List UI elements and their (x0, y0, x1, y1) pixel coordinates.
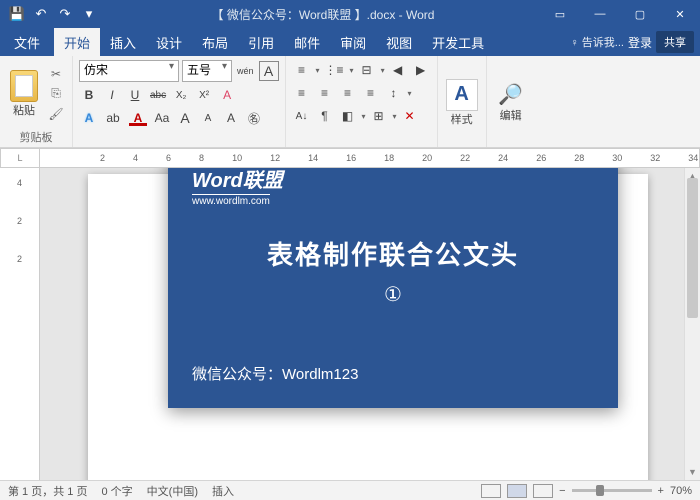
shrink-font-button[interactable]: A (198, 108, 218, 128)
align-left-button[interactable]: ≡ (292, 83, 312, 103)
view-web-button[interactable] (533, 484, 553, 498)
font-name-select[interactable]: 仿宋 (79, 60, 179, 82)
increase-indent-button[interactable]: ▶ (411, 60, 431, 80)
close-button[interactable]: ✕ (660, 0, 700, 28)
char-shading-button[interactable]: A (221, 108, 241, 128)
vertical-scrollbar[interactable]: ▲ ▼ (684, 168, 700, 480)
status-page[interactable]: 第 1 页，共 1 页 (8, 483, 87, 499)
overlay-number: ① (192, 282, 594, 307)
login-link[interactable]: 登录 (628, 34, 652, 51)
font-color-button[interactable]: A (127, 108, 149, 128)
scroll-down-icon[interactable]: ▼ (685, 464, 700, 480)
borders-button[interactable]: ⊞ (369, 106, 389, 126)
qat-save[interactable]: 💾 (6, 3, 28, 25)
tab-file[interactable]: 文件 (0, 28, 54, 56)
tab-references[interactable]: 引用 (238, 28, 284, 56)
align-right-button[interactable]: ≡ (338, 83, 358, 103)
zoom-slider[interactable] (572, 489, 652, 492)
change-case-button[interactable]: Aa (152, 108, 172, 128)
status-language[interactable]: 中文(中国) (147, 483, 198, 499)
tab-insert[interactable]: 插入 (100, 28, 146, 56)
grow-font-button[interactable]: A (175, 108, 195, 128)
tab-view[interactable]: 视图 (376, 28, 422, 56)
tell-me-input[interactable]: ♀ 告诉我... (571, 34, 624, 50)
justify-button[interactable]: ≡ (361, 83, 381, 103)
maximize-button[interactable]: ▢ (620, 0, 660, 28)
format-painter-button[interactable]: 🖌 (46, 105, 66, 123)
qat-customize[interactable]: ▾ (78, 3, 100, 25)
status-words[interactable]: 0 个字 (101, 483, 132, 499)
strikethrough-button[interactable]: abc (148, 85, 168, 105)
paste-button[interactable]: 粘贴 (6, 60, 42, 127)
qat-redo[interactable]: ↷ (54, 3, 76, 25)
tab-developer[interactable]: 开发工具 (422, 28, 494, 56)
italic-button[interactable]: I (102, 85, 122, 105)
overlay-card: Word联盟 www.wordlm.com 表格制作联合公文头 ① 微信公众号：… (168, 168, 618, 408)
overlay-url: www.wordlm.com (192, 194, 270, 207)
tab-layout[interactable]: 布局 (192, 28, 238, 56)
tab-home[interactable]: 开始 (54, 28, 100, 56)
bullets-button[interactable]: ≡ (292, 60, 312, 80)
numbering-button[interactable]: ⋮≡ (323, 60, 346, 80)
status-insert[interactable]: 插入 (212, 483, 234, 499)
document-canvas[interactable]: Word联盟 www.wordlm.com 表格制作联合公文头 ① 微信公众号：… (40, 168, 700, 480)
vertical-ruler[interactable]: 422 (0, 168, 40, 480)
clear-format-button[interactable]: A (217, 85, 237, 105)
ribbon-display-icon[interactable]: ▭ (540, 0, 580, 28)
show-marks-button[interactable]: ¶ (315, 106, 335, 126)
shading-button[interactable]: ◧ (338, 106, 358, 126)
clipboard-icon (10, 70, 38, 102)
view-read-button[interactable] (481, 484, 501, 498)
phonetic-guide-button[interactable]: wén (235, 61, 256, 81)
tab-review[interactable]: 审阅 (330, 28, 376, 56)
x-button[interactable]: ✕ (400, 106, 420, 126)
search-icon: 🔎 (498, 82, 523, 107)
minimize-button[interactable]: — (580, 0, 620, 28)
tab-selector[interactable]: L (0, 148, 40, 168)
editing-button[interactable]: 🔎 编辑 (493, 60, 529, 145)
styles-button[interactable]: A 样式 (444, 60, 480, 145)
font-size-select[interactable]: 五号 (182, 60, 232, 82)
copy-button[interactable]: ⎘ (46, 85, 66, 103)
view-print-button[interactable] (507, 484, 527, 498)
overlay-footer: 微信公众号：Wordlm123 (192, 363, 594, 384)
superscript-button[interactable]: X² (194, 85, 214, 105)
overlay-logo: Word联盟 (192, 168, 594, 193)
decrease-indent-button[interactable]: ◀ (388, 60, 408, 80)
share-button[interactable]: 共享 (656, 31, 694, 53)
subscript-button[interactable]: X₂ (171, 85, 191, 105)
zoom-in-button[interactable]: + (658, 485, 664, 497)
multilevel-button[interactable]: ⊟ (357, 60, 377, 80)
sort-button[interactable]: A↓ (292, 106, 312, 126)
char-border-button[interactable]: A (259, 61, 279, 81)
window-title: 【 微信公众号：Word联盟 】.docx - Word (106, 6, 540, 23)
zoom-out-button[interactable]: − (559, 485, 565, 497)
tab-design[interactable]: 设计 (146, 28, 192, 56)
scroll-thumb[interactable] (687, 178, 698, 318)
zoom-level[interactable]: 70% (670, 485, 692, 497)
cut-button[interactable]: ✂ (46, 65, 66, 83)
horizontal-ruler[interactable]: 2468101214161820222426283032343638404244… (40, 148, 700, 168)
group-clipboard-label: 剪贴板 (6, 127, 66, 145)
styles-icon: A (446, 79, 478, 111)
bold-button[interactable]: B (79, 85, 99, 105)
line-spacing-button[interactable]: ↕ (384, 83, 404, 103)
text-effects-button[interactable]: A (79, 108, 99, 128)
enclose-char-button[interactable]: ㊔ (244, 108, 264, 128)
qat-undo[interactable]: ↶ (30, 3, 52, 25)
underline-button[interactable]: U (125, 85, 145, 105)
align-center-button[interactable]: ≡ (315, 83, 335, 103)
tab-mailings[interactable]: 邮件 (284, 28, 330, 56)
highlight-button[interactable]: ab (102, 108, 124, 128)
overlay-title: 表格制作联合公文头 (192, 235, 594, 272)
